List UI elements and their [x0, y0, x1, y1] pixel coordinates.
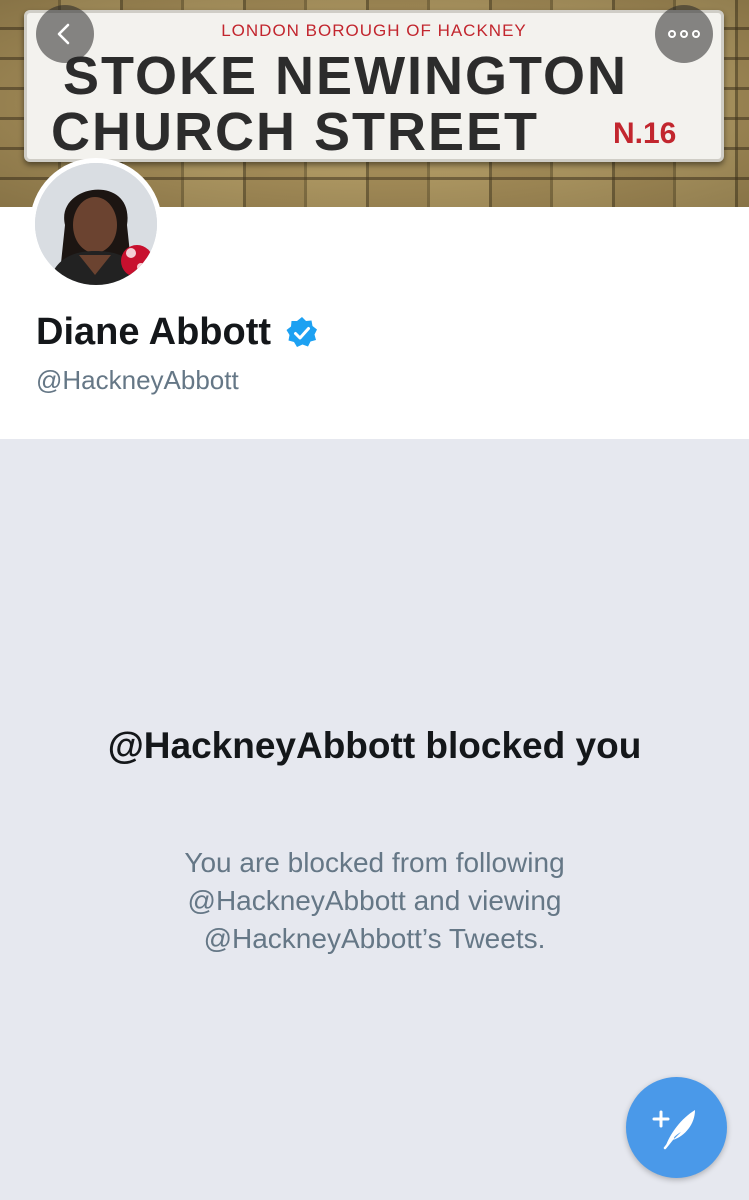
compose-tweet-button[interactable]	[626, 1077, 727, 1178]
blocked-title: @HackneyAbbott blocked you	[107, 725, 642, 766]
more-options-button[interactable]	[655, 5, 713, 63]
profile-name: Diane Abbott	[36, 311, 272, 353]
back-button[interactable]	[36, 5, 94, 63]
blocked-panel: @HackneyAbbott blocked you You are block…	[0, 440, 749, 1200]
chevron-left-icon	[57, 23, 70, 45]
profile-handle: @HackneyAbbott	[36, 365, 239, 395]
sign-postcode: N.16	[613, 117, 677, 150]
avatar-photo	[35, 163, 157, 285]
street-sign-image: LONDON BOROUGH OF HACKNEY STOKE NEWINGTO…	[24, 10, 724, 162]
compose-tweet-icon	[652, 1109, 695, 1149]
sign-top-text: LONDON BOROUGH OF HACKNEY	[221, 21, 527, 40]
verified-badge-icon	[286, 316, 318, 347]
blocked-description: You are blocked from following @HackneyA…	[184, 847, 565, 954]
sign-line-1: STOKE NEWINGTON	[63, 46, 629, 106]
more-horizontal-icon	[668, 30, 700, 38]
sign-line-2: CHURCH STREET	[51, 102, 540, 162]
name-row: Diane Abbott	[36, 311, 319, 354]
avatar[interactable]	[30, 158, 162, 290]
